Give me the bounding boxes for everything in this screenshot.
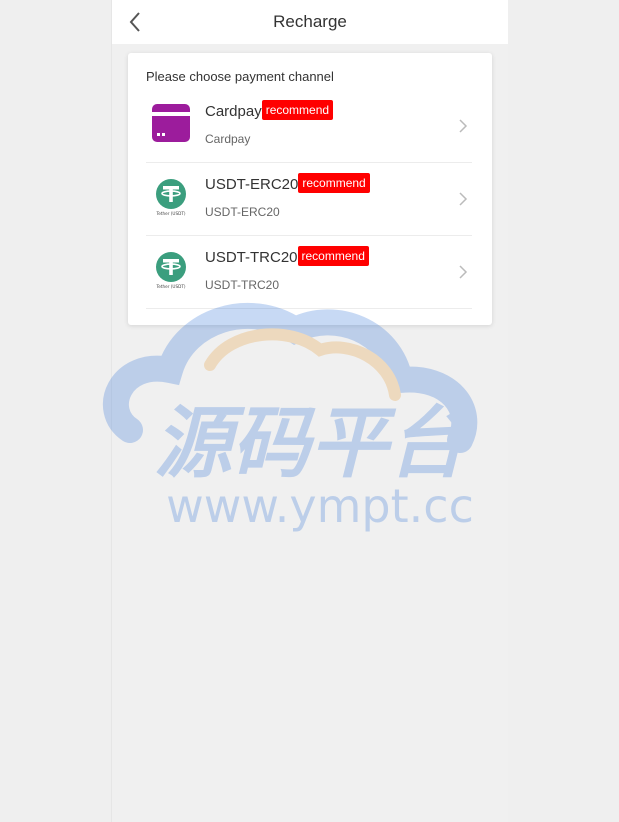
channel-list: Cardpay recommend Cardpay Tether (USDT) <box>146 90 472 309</box>
chevron-right-icon <box>459 265 468 279</box>
channel-name-row: Cardpay recommend <box>205 100 334 122</box>
tether-icon: Tether (USDT) <box>155 179 186 216</box>
channel-name-row: USDT-TRC20 recommend <box>205 246 369 268</box>
channel-name: USDT-ERC20 <box>205 176 299 193</box>
tether-icon: Tether (USDT) <box>155 252 186 289</box>
channel-name-row: USDT-ERC20 recommend <box>205 173 370 195</box>
chevron-right-icon <box>459 192 468 206</box>
top-nav-bar: Recharge <box>112 0 508 44</box>
channel-subtitle: USDT-TRC20 <box>205 278 280 292</box>
channel-item-usdt-trc20[interactable]: Tether (USDT) USDT-TRC20 recommend USDT-… <box>146 236 472 309</box>
channel-subtitle: Cardpay <box>205 132 251 146</box>
card-title: Please choose payment channel <box>146 69 334 84</box>
page-title: Recharge <box>273 12 347 31</box>
channel-item-usdt-erc20[interactable]: Tether (USDT) USDT-ERC20 recommend USDT-… <box>146 163 472 236</box>
recommend-badge: recommend <box>261 100 334 120</box>
channel-subtitle: USDT-ERC20 <box>205 205 280 219</box>
channel-name: Cardpay <box>205 103 262 120</box>
tether-label: Tether (USDT) <box>155 284 185 289</box>
payment-channel-card: Please choose payment channel Cardpay re… <box>128 53 492 325</box>
chevron-right-icon <box>459 119 468 133</box>
app-screen: Recharge Please choose payment channel C… <box>111 0 508 822</box>
tether-label: Tether (USDT) <box>155 211 185 216</box>
card-icon <box>152 104 190 142</box>
recommend-badge: recommend <box>297 246 369 266</box>
channel-name: USDT-TRC20 <box>205 249 298 266</box>
recommend-badge: recommend <box>298 173 370 193</box>
channel-item-cardpay[interactable]: Cardpay recommend Cardpay <box>146 90 472 163</box>
